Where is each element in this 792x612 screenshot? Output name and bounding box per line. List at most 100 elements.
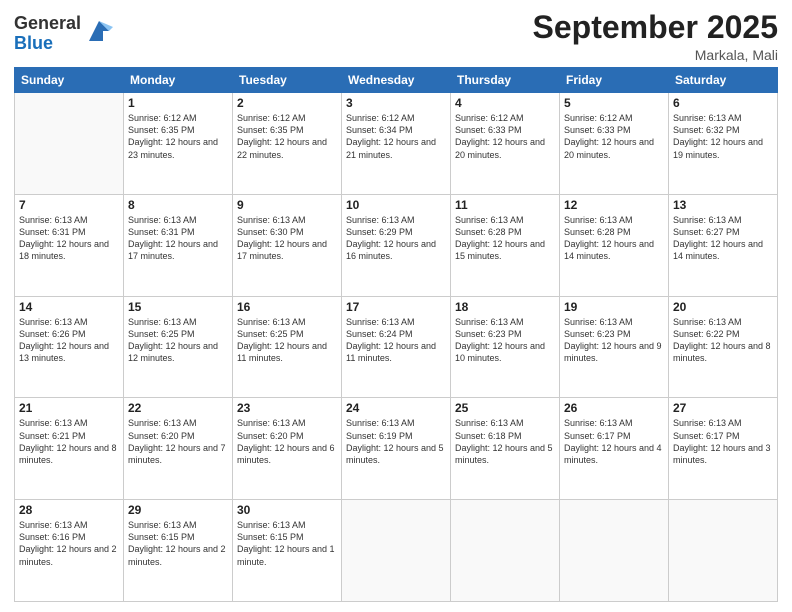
cell-w3-d6: 19 Sunrise: 6:13 AM Sunset: 6:23 PM Dayli… [560, 296, 669, 398]
cell-w2-d3: 9 Sunrise: 6:13 AM Sunset: 6:30 PM Daylig… [233, 194, 342, 296]
day-info: Sunrise: 6:13 AM Sunset: 6:32 PM Dayligh… [673, 112, 773, 161]
day-info: Sunrise: 6:13 AM Sunset: 6:31 PM Dayligh… [19, 214, 119, 263]
day-info: Sunrise: 6:13 AM Sunset: 6:22 PM Dayligh… [673, 316, 773, 365]
day-number: 18 [455, 300, 555, 314]
day-number: 21 [19, 401, 119, 415]
day-number: 29 [128, 503, 228, 517]
calendar-table: Sunday Monday Tuesday Wednesday Thursday… [14, 67, 778, 602]
week-row-2: 7 Sunrise: 6:13 AM Sunset: 6:31 PM Daylig… [15, 194, 778, 296]
logo-blue: Blue [14, 34, 81, 54]
day-number: 10 [346, 198, 446, 212]
cell-w2-d7: 13 Sunrise: 6:13 AM Sunset: 6:27 PM Dayli… [669, 194, 778, 296]
cell-w2-d5: 11Sunrise: 6:13 AM Sunset: 6:28 PM Dayli… [451, 194, 560, 296]
col-saturday: Saturday [669, 68, 778, 93]
day-number: 28 [19, 503, 119, 517]
cell-w5-d1: 28 Sunrise: 6:13 AM Sunset: 6:16 PM Dayli… [15, 500, 124, 602]
cell-w4-d4: 24 Sunrise: 6:13 AM Sunset: 6:19 PM Dayli… [342, 398, 451, 500]
day-number: 23 [237, 401, 337, 415]
day-number: 4 [455, 96, 555, 110]
day-info: Sunrise: 6:13 AM Sunset: 6:15 PM Dayligh… [237, 519, 337, 568]
cell-w1-d2: 1 Sunrise: 6:12 AM Sunset: 6:35 PM Daylig… [124, 93, 233, 195]
cell-w3-d7: 20 Sunrise: 6:13 AM Sunset: 6:22 PM Dayli… [669, 296, 778, 398]
cell-w4-d7: 27 Sunrise: 6:13 AM Sunset: 6:17 PM Dayli… [669, 398, 778, 500]
cell-w5-d4 [342, 500, 451, 602]
cell-w4-d3: 23 Sunrise: 6:13 AM Sunset: 6:20 PM Dayli… [233, 398, 342, 500]
day-number: 9 [237, 198, 337, 212]
col-thursday: Thursday [451, 68, 560, 93]
cell-w5-d7 [669, 500, 778, 602]
day-number: 3 [346, 96, 446, 110]
cell-w3-d2: 15Sunrise: 6:13 AM Sunset: 6:25 PM Dayli… [124, 296, 233, 398]
day-info: Sunrise: 6:13 AM Sunset: 6:25 PM Dayligh… [237, 316, 337, 365]
cell-w4-d5: 25Sunrise: 6:13 AM Sunset: 6:18 PM Dayli… [451, 398, 560, 500]
day-number: 27 [673, 401, 773, 415]
day-number: 1 [128, 96, 228, 110]
day-number: 12 [564, 198, 664, 212]
cell-w2-d1: 7 Sunrise: 6:13 AM Sunset: 6:31 PM Daylig… [15, 194, 124, 296]
day-number: 25 [455, 401, 555, 415]
day-info: Sunrise: 6:13 AM Sunset: 6:20 PM Dayligh… [237, 417, 337, 466]
day-number: 26 [564, 401, 664, 415]
day-number: 14 [19, 300, 119, 314]
cell-w1-d4: 3 Sunrise: 6:12 AM Sunset: 6:34 PM Daylig… [342, 93, 451, 195]
day-info: Sunrise: 6:13 AM Sunset: 6:17 PM Dayligh… [673, 417, 773, 466]
cell-w5-d3: 30Sunrise: 6:13 AM Sunset: 6:15 PM Dayli… [233, 500, 342, 602]
col-sunday: Sunday [15, 68, 124, 93]
day-number: 13 [673, 198, 773, 212]
cell-w2-d6: 12 Sunrise: 6:13 AM Sunset: 6:28 PM Dayli… [560, 194, 669, 296]
day-number: 16 [237, 300, 337, 314]
day-info: Sunrise: 6:13 AM Sunset: 6:19 PM Dayligh… [346, 417, 446, 466]
col-wednesday: Wednesday [342, 68, 451, 93]
day-info: Sunrise: 6:13 AM Sunset: 6:28 PM Dayligh… [564, 214, 664, 263]
day-info: Sunrise: 6:13 AM Sunset: 6:31 PM Dayligh… [128, 214, 228, 263]
day-number: 24 [346, 401, 446, 415]
week-row-1: 1 Sunrise: 6:12 AM Sunset: 6:35 PM Daylig… [15, 93, 778, 195]
logo-text: General Blue [14, 14, 81, 54]
day-info: Sunrise: 6:12 AM Sunset: 6:34 PM Dayligh… [346, 112, 446, 161]
day-info: Sunrise: 6:12 AM Sunset: 6:35 PM Dayligh… [237, 112, 337, 161]
week-row-3: 14 Sunrise: 6:13 AM Sunset: 6:26 PM Dayli… [15, 296, 778, 398]
day-info: Sunrise: 6:13 AM Sunset: 6:29 PM Dayligh… [346, 214, 446, 263]
col-friday: Friday [560, 68, 669, 93]
day-number: 7 [19, 198, 119, 212]
week-row-4: 21 Sunrise: 6:13 AM Sunset: 6:21 PM Dayli… [15, 398, 778, 500]
day-number: 17 [346, 300, 446, 314]
cell-w1-d1 [15, 93, 124, 195]
day-info: Sunrise: 6:13 AM Sunset: 6:24 PM Dayligh… [346, 316, 446, 365]
day-info: Sunrise: 6:13 AM Sunset: 6:26 PM Dayligh… [19, 316, 119, 365]
day-number: 20 [673, 300, 773, 314]
logo-general: General [14, 14, 81, 34]
logo: General Blue [14, 14, 113, 54]
cell-w3-d4: 17 Sunrise: 6:13 AM Sunset: 6:24 PM Dayli… [342, 296, 451, 398]
day-info: Sunrise: 6:13 AM Sunset: 6:21 PM Dayligh… [19, 417, 119, 466]
day-number: 11 [455, 198, 555, 212]
day-info: Sunrise: 6:13 AM Sunset: 6:15 PM Dayligh… [128, 519, 228, 568]
day-info: Sunrise: 6:13 AM Sunset: 6:27 PM Dayligh… [673, 214, 773, 263]
day-number: 5 [564, 96, 664, 110]
day-info: Sunrise: 6:12 AM Sunset: 6:35 PM Dayligh… [128, 112, 228, 161]
title-month: September 2025 [533, 10, 778, 45]
title-block: September 2025 Markala, Mali [533, 10, 778, 63]
day-info: Sunrise: 6:13 AM Sunset: 6:23 PM Dayligh… [564, 316, 664, 365]
col-tuesday: Tuesday [233, 68, 342, 93]
page: General Blue September 2025 Markala, Mal… [0, 0, 792, 612]
cell-w3-d5: 18 Sunrise: 6:13 AM Sunset: 6:23 PM Dayli… [451, 296, 560, 398]
day-number: 22 [128, 401, 228, 415]
day-info: Sunrise: 6:12 AM Sunset: 6:33 PM Dayligh… [564, 112, 664, 161]
cell-w4-d2: 22Sunrise: 6:13 AM Sunset: 6:20 PM Dayli… [124, 398, 233, 500]
cell-w2-d4: 10 Sunrise: 6:13 AM Sunset: 6:29 PM Dayli… [342, 194, 451, 296]
cell-w2-d2: 8Sunrise: 6:13 AM Sunset: 6:31 PM Daylig… [124, 194, 233, 296]
week-row-5: 28 Sunrise: 6:13 AM Sunset: 6:16 PM Dayli… [15, 500, 778, 602]
day-number: 6 [673, 96, 773, 110]
header-row: Sunday Monday Tuesday Wednesday Thursday… [15, 68, 778, 93]
day-number: 19 [564, 300, 664, 314]
day-info: Sunrise: 6:13 AM Sunset: 6:23 PM Dayligh… [455, 316, 555, 365]
col-monday: Monday [124, 68, 233, 93]
day-info: Sunrise: 6:13 AM Sunset: 6:17 PM Dayligh… [564, 417, 664, 466]
day-info: Sunrise: 6:13 AM Sunset: 6:30 PM Dayligh… [237, 214, 337, 263]
day-info: Sunrise: 6:12 AM Sunset: 6:33 PM Dayligh… [455, 112, 555, 161]
cell-w5-d6 [560, 500, 669, 602]
day-number: 2 [237, 96, 337, 110]
day-info: Sunrise: 6:13 AM Sunset: 6:16 PM Dayligh… [19, 519, 119, 568]
cell-w4-d1: 21 Sunrise: 6:13 AM Sunset: 6:21 PM Dayli… [15, 398, 124, 500]
